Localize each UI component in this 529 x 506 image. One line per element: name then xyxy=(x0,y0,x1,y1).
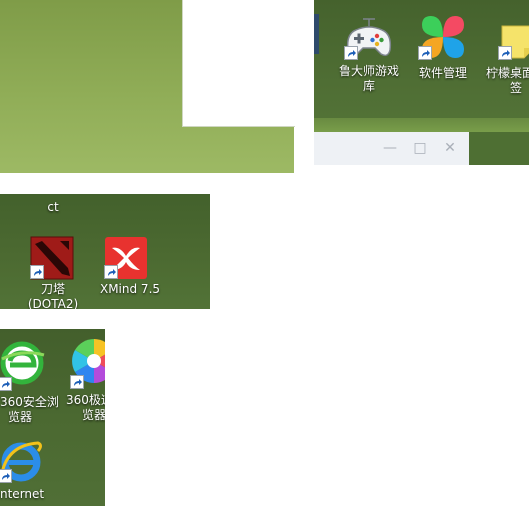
desktop-wallpaper-region-top-left xyxy=(0,0,295,173)
shortcut-arrow-icon xyxy=(70,375,84,389)
minimize-button[interactable]: — xyxy=(382,140,398,156)
window-titlebar: — □ ✕ xyxy=(314,132,469,165)
icon-label: 刀塔 (DOTA2) xyxy=(27,282,79,309)
icon-label: 360安全浏 览器 xyxy=(0,395,59,424)
icon-label: 鲁大师游戏 库 xyxy=(338,64,399,93)
desktop-strip xyxy=(469,132,529,165)
icon-label: 柠檬桌面 签 xyxy=(486,66,529,95)
desktop-region-bottom-left: 360安全浏 览器 360极速 览器 xyxy=(0,329,105,506)
desktop-icon-dota2[interactable]: 刀塔 (DOTA2) xyxy=(18,232,88,309)
desktop-icon-internet-explorer[interactable]: nternet xyxy=(0,433,58,505)
desktop-icon-xmind[interactable]: XMind 7.5 xyxy=(92,232,168,302)
desktop-region-top-right: 鲁大师游戏 库 软件管理 柠檬桌面 签 — □ ✕ xyxy=(314,0,529,165)
icon-label: nternet xyxy=(0,487,45,501)
icon-label: 软件管理 xyxy=(418,66,467,80)
desktop-region-middle: ct 刀塔 (DOTA2) XMind 7.5 xyxy=(0,194,210,309)
desktop-icon-ludashi-game[interactable]: 鲁大师游戏 库 xyxy=(339,12,399,96)
shortcut-arrow-icon xyxy=(30,265,44,279)
desktop-icon-software-manager[interactable]: 软件管理 xyxy=(412,12,474,82)
shortcut-arrow-icon xyxy=(344,46,358,60)
shortcut-arrow-icon xyxy=(0,469,12,483)
icon-label[interactable]: ct xyxy=(38,200,68,215)
icon-label: 360极速 览器 xyxy=(66,393,105,422)
desktop-icon-360-speed-browser[interactable]: 360极速 览器 xyxy=(62,335,105,425)
icon-label: XMind 7.5 xyxy=(99,282,161,296)
window-top-edge xyxy=(314,118,529,132)
window-fragment xyxy=(182,0,295,127)
shortcut-arrow-icon xyxy=(418,46,432,60)
shortcut-arrow-icon xyxy=(0,377,12,391)
partial-icon xyxy=(314,14,319,54)
desktop-icon-360-browser[interactable]: 360安全浏 览器 xyxy=(0,337,59,427)
shortcut-arrow-icon xyxy=(104,265,118,279)
close-button[interactable]: ✕ xyxy=(442,140,458,156)
desktop-icon-lemon-desktop[interactable]: 柠檬桌面 签 xyxy=(486,12,529,96)
shortcut-arrow-icon xyxy=(498,46,512,60)
maximize-button[interactable]: □ xyxy=(412,140,428,156)
